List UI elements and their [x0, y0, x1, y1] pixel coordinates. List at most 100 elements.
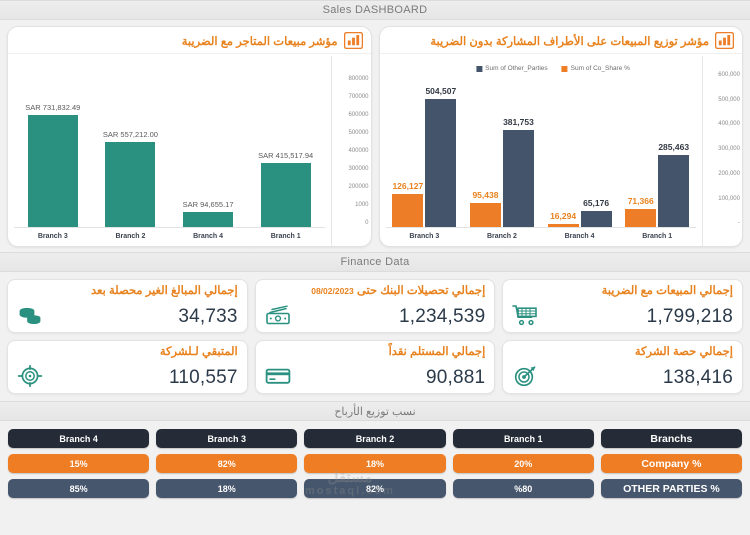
category-label: Branch 3 — [37, 233, 68, 240]
bar-group: 95,438 381,753 — [463, 62, 541, 228]
chart-title: مؤشر توزيع المبيعات على الأطراف المشاركة… — [430, 35, 709, 48]
bar-teal-branch4[interactable]: SAR 94,655.17 — [183, 200, 234, 228]
kpi-label: إجمالي تحصيلات البنك حتى 08/02/2023 — [265, 285, 486, 298]
kpi-label: المتبقي لـلشركة — [159, 346, 238, 358]
category-label: Branch 1 — [642, 233, 673, 240]
bar-value-label: 71,366 — [627, 196, 654, 207]
crosshair-icon — [17, 364, 43, 388]
legend-label: Sum of Other_Parties — [485, 65, 548, 72]
category-label: Branch 4 — [193, 233, 224, 240]
charts-row: مؤشر مبيعات المتاجر مع الضريبة SAR 731,8… — [0, 20, 750, 252]
chart-card-sales-distribution: مؤشر توزيع المبيعات على الأطراف المشاركة… — [378, 26, 743, 247]
kpi-company-share[interactable]: إجمالي حصة الشركة 138,416 — [502, 340, 743, 394]
legend-item-other-parties[interactable]: Sum of Other_Parties — [476, 65, 548, 72]
profit-column-branch2: Branch 2 18% 82% — [304, 429, 446, 498]
kpi-row: 1,234,539 — [265, 304, 486, 326]
kpi-label-text: إجمالي تحصيلات البنك حتى — [353, 285, 486, 297]
profit-company-cell[interactable]: Company % — [600, 454, 742, 473]
y-tick: 200000 — [348, 184, 369, 191]
profit-header-cell[interactable]: Branch 1 — [452, 429, 594, 448]
profit-company-cell[interactable]: 18% — [304, 454, 446, 473]
category-labels-grouped: Branch 3 Branch 2 Branch 4 Branch 1 — [386, 230, 697, 244]
profit-column-branch3: Branch 3 82% 18% — [156, 429, 298, 498]
bar-group: SAR 557,212.00 — [92, 62, 170, 228]
chart-header-sales-with-vat: مؤشر مبيعات المتاجر مع الضريبة — [8, 27, 371, 54]
section-header-profit: نسب توزيع الأرباح — [0, 401, 750, 421]
bar-otherparties-branch3[interactable]: 504,507 — [425, 86, 457, 228]
profit-distribution-title: نسب توزيع الأرباح — [334, 405, 416, 418]
bar-teal-branch1[interactable]: SAR 415,517.94 — [258, 151, 313, 228]
kpi-value: 110,557 — [169, 367, 238, 388]
bar-teal-branch2[interactable]: SAR 557,212.00 — [103, 130, 158, 228]
profit-company-cell[interactable]: 15% — [8, 454, 150, 473]
kpi-label: إجمالي المستلم نقداً — [388, 346, 486, 358]
bar-chart-icon — [714, 31, 735, 50]
kpi-value: 34,733 — [178, 306, 238, 327]
y-tick: 800000 — [348, 75, 369, 82]
bar-otherparties-branch2[interactable]: 381,753 — [502, 117, 534, 228]
profit-other-cell[interactable]: %80 — [452, 479, 594, 498]
profit-header-cell[interactable]: Branch 2 — [304, 429, 446, 448]
coins-icon — [17, 304, 43, 326]
kpi-label: إجمالي المبالغ الغير محصلة بعد — [91, 285, 238, 297]
kpi-label-date: 08/02/2023 — [311, 286, 354, 296]
bar-coshare-branch1[interactable]: 71,366 — [625, 196, 657, 228]
legend-item-co-share[interactable]: Sum of Co_Share % — [561, 65, 630, 72]
bar-value-label: 16,294 — [550, 210, 577, 221]
bar-value-label: SAR 731,832.49 — [25, 103, 81, 113]
y-tick: 300,000 — [718, 146, 740, 153]
y-tick: 200,000 — [718, 170, 740, 177]
y-tick: 300000 — [348, 166, 369, 173]
category-label: Branch 3 — [409, 233, 440, 240]
chart-legend: Sum of Other_Parties Sum of Co_Share % — [476, 65, 630, 72]
banknotes-icon — [265, 304, 291, 326]
kpi-remaining-for-company[interactable]: المتبقي لـلشركة 110,557 — [7, 340, 248, 394]
bar-teal-branch3[interactable]: SAR 731,832.49 — [25, 103, 80, 228]
bar-group: SAR 415,517.94 — [247, 62, 325, 228]
legend-swatch-icon — [561, 65, 568, 72]
profit-column-branch4: Branch 4 15% 85% — [8, 429, 150, 498]
bar-group: 126,127 504,507 — [386, 62, 464, 228]
kpi-row: 90,881 — [265, 365, 486, 387]
y-tick: 600000 — [348, 111, 369, 118]
kpi-bank-collections[interactable]: إجمالي تحصيلات البنك حتى 08/02/2023 1,23… — [254, 279, 496, 333]
y-tick: 700000 — [348, 93, 369, 100]
profit-column-legend: Branchs Company % OTHER PARTIES % — [600, 429, 742, 498]
profit-column-branch1: Branch 1 20% %80 — [452, 429, 594, 498]
bar-coshare-branch2[interactable]: 95,438 — [469, 190, 501, 228]
bar-value-label: 504,507 — [425, 85, 457, 96]
bar-value-label: 285,463 — [658, 141, 690, 152]
bar-otherparties-branch1[interactable]: 285,463 — [658, 142, 690, 228]
y-tick: - — [738, 220, 740, 227]
kpi-uncollected-amounts[interactable]: إجمالي المبالغ الغير محصلة بعد 34,733 — [7, 279, 248, 333]
bar-value-label: SAR 557,212.00 — [102, 129, 158, 139]
kpi-cash-received[interactable]: إجمالي المستلم نقداً 90,881 — [254, 340, 496, 394]
profit-other-cell[interactable]: OTHER PARTIES % — [600, 479, 742, 498]
chart-header-sales-distribution: مؤشر توزيع المبيعات على الأطراف المشاركة… — [379, 27, 742, 54]
kpi-row: 1,799,218 — [512, 304, 733, 326]
legend-swatch-icon — [476, 65, 483, 72]
section-header-sales: Sales DASHBOARD — [0, 0, 750, 20]
legend-label: Sum of Co_Share % — [570, 65, 630, 72]
y-tick: 600,000 — [718, 72, 740, 78]
profit-other-cell[interactable]: 18% — [156, 479, 298, 498]
profit-other-cell[interactable]: 82% — [304, 479, 446, 498]
profit-other-cell[interactable]: 85% — [8, 479, 150, 498]
category-label: Branch 2 — [486, 233, 517, 240]
bar-value-label: 95,438 — [472, 190, 499, 201]
chart-plot-area-grouped: Sum of Other_Parties Sum of Co_Share % 1… — [380, 54, 743, 246]
bar-otherparties-branch4[interactable]: 65,176 — [580, 198, 612, 228]
profit-header-cell[interactable]: Branchs — [600, 429, 742, 448]
profit-company-cell[interactable]: 20% — [452, 454, 594, 473]
profit-header-cell[interactable]: Branch 4 — [8, 429, 150, 448]
y-axis-teal: 800000 700000 600000 500000 400000 30000… — [330, 56, 371, 246]
profit-header-cell[interactable]: Branch 3 — [156, 429, 298, 448]
kpi-total-sales-with-vat[interactable]: إجمالي المبيعات مع الضريبة 1,799,218 — [502, 279, 743, 333]
profit-company-cell[interactable]: 82% — [156, 454, 298, 473]
chart-baseline — [14, 227, 325, 228]
bar-groups-teal: SAR 731,832.49 SAR 557,212.00 SAR 94,655… — [14, 62, 325, 228]
bar-coshare-branch3[interactable]: 126,127 — [392, 181, 424, 228]
y-tick: 100,000 — [718, 195, 740, 202]
plot-teal: SAR 731,832.49 SAR 557,212.00 SAR 94,655… — [8, 56, 331, 246]
kpi-row: 138,416 — [512, 365, 733, 387]
